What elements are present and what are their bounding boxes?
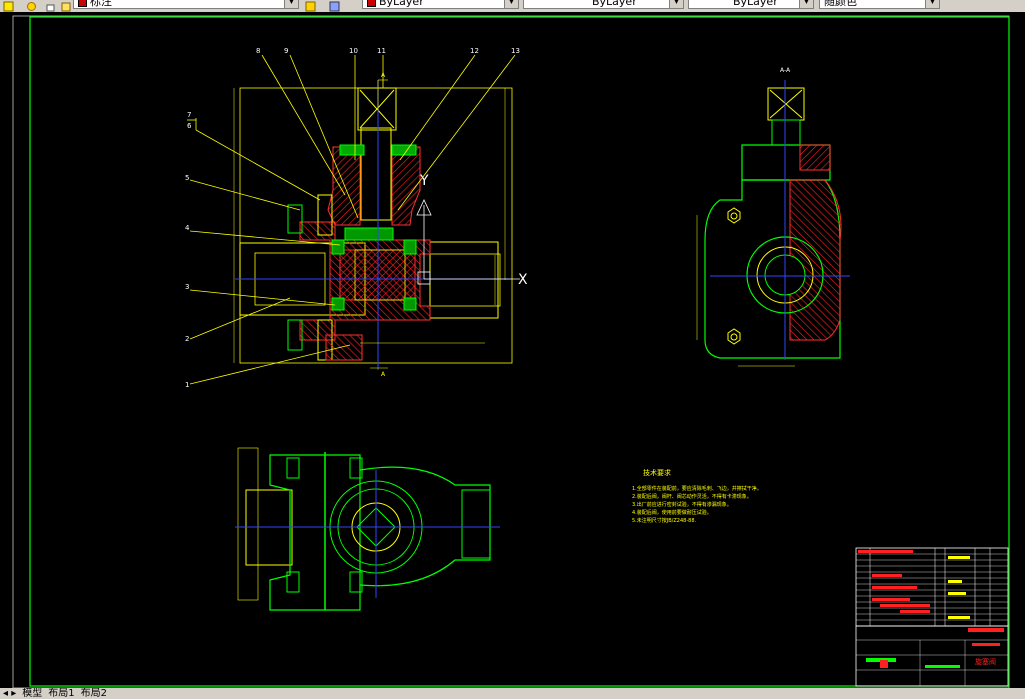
tab-model[interactable]: 模型 [19, 688, 45, 699]
color-swatch-icon [367, 0, 376, 7]
lock-icon[interactable] [45, 0, 56, 12]
balloon-13: 13 [511, 47, 520, 55]
balloon-12: 12 [470, 47, 479, 55]
title-block [855, 625, 1009, 687]
balloon-10: 10 [349, 47, 358, 55]
balloon-5: 5 [185, 174, 189, 182]
tab-layout1[interactable]: 布局1 [45, 688, 77, 699]
freeze-icon[interactable] [61, 0, 72, 12]
balloon-2: 2 [185, 335, 189, 343]
plot-style-value: 随颜色 [824, 0, 857, 8]
tech-note-1: 1.全部零件在装配前，要应清除毛刺、飞边，并擦拭干净。 [632, 485, 762, 492]
layer-previous-icon[interactable] [329, 0, 340, 12]
tech-note-3: 3.出厂前应进行密封试验，不得有渗漏现象。 [632, 501, 732, 508]
section-mark-top: A [381, 72, 386, 79]
make-current-icon[interactable] [305, 0, 316, 12]
chevron-down-icon[interactable]: ▼ [799, 0, 813, 8]
side-section-view [696, 80, 850, 367]
tech-note-4: 4.装配后阀，使用前要做耐压试验。 [632, 509, 712, 516]
balloon-9: 9 [284, 47, 288, 55]
tab-layout2[interactable]: 布局2 [78, 688, 110, 699]
top-plan-view [235, 447, 500, 611]
parts-list-table [855, 547, 1009, 627]
linetype-value: ByLayer [592, 0, 637, 8]
title-block-name: 旋塞阀 [975, 657, 996, 666]
tech-note-2: 2.装配后阀，阀杆、阀芯动作灵活，不得有卡滞现象。 [632, 493, 752, 500]
balloon-1: 1 [185, 381, 189, 389]
layout-tabs: ◂ ▸ 模型 布局1 布局2 [0, 688, 1025, 699]
section-mark-bottom: A [381, 371, 386, 378]
text-style-value: 标注 [90, 0, 112, 8]
tech-note-5: 5.未注明尺寸按JB/Z248-88. [632, 517, 696, 524]
linetype-dropdown[interactable]: ByLayer ▼ [523, 0, 684, 9]
lineweight-dropdown[interactable]: ByLayer ▼ [688, 0, 814, 9]
color-dropdown[interactable]: ByLayer ▼ [362, 0, 519, 9]
sheet-border-inner [29, 16, 1010, 687]
chevron-down-icon[interactable]: ▼ [504, 0, 518, 8]
section-view-title: A-A [780, 67, 791, 74]
sheet-border-outer [12, 15, 1010, 689]
sun-icon[interactable] [26, 0, 37, 11]
chevron-down-icon[interactable]: ▼ [669, 0, 683, 8]
balloon-11: 11 [377, 47, 386, 55]
balloon-3: 3 [185, 283, 189, 291]
front-section-view [233, 79, 520, 370]
balloon-7: 7 [187, 111, 191, 119]
plot-style-dropdown[interactable]: 随颜色 ▼ [819, 0, 940, 9]
cad-drawing[interactable]: Y X A A 1 2 3 4 5 6 7 8 9 10 11 12 13 A-… [0, 12, 1025, 689]
chevron-down-icon[interactable]: ▼ [284, 0, 298, 8]
color-value: ByLayer [379, 0, 424, 8]
text-style-dropdown[interactable]: 标注 ▼ [73, 0, 299, 9]
chevron-down-icon[interactable]: ▼ [925, 0, 939, 8]
layer-state-icon[interactable] [3, 0, 14, 12]
tech-requirements-title: 技术要求 [643, 468, 671, 477]
tab-nav-arrows[interactable]: ◂ ▸ [0, 688, 19, 699]
tech-requirements-notes: 1.全部零件在装配前，要应清除毛刺、飞边，并擦拭干净。 2.装配后阀，阀杆、阀芯… [632, 485, 762, 524]
balloon-4: 4 [185, 224, 190, 232]
balloon-8: 8 [256, 47, 260, 55]
balloon-6: 6 [187, 122, 192, 130]
drawing-canvas[interactable]: Y X A A 1 2 3 4 5 6 7 8 9 10 11 12 13 A-… [0, 12, 1025, 689]
ucs-x-label: X [518, 272, 528, 288]
color-swatch-icon [78, 0, 87, 7]
lineweight-value: ByLayer [733, 0, 778, 8]
